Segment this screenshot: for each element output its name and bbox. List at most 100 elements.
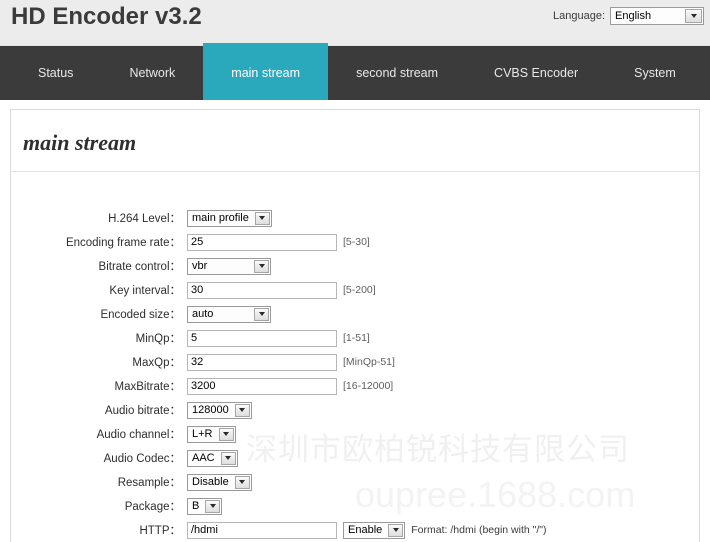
http-path-input[interactable] xyxy=(187,522,337,539)
app-title: HD Encoder v3.2 xyxy=(11,3,202,31)
chevron-down-icon xyxy=(259,312,265,316)
label-h264-level: H.264 Level： xyxy=(11,210,187,226)
nav-tab-label: Status xyxy=(38,66,73,80)
key-interval-input[interactable] xyxy=(187,282,337,299)
encoder-web-ui: HD Encoder v3.2 Language: English Status… xyxy=(0,0,710,542)
form-row-audio-bitrate: Audio bitrate： 128000 xyxy=(11,398,699,422)
chevron-down-icon xyxy=(225,456,231,460)
form-row-h264-level: H.264 Level： main profile xyxy=(11,206,699,230)
form-row-bitrate-control: Bitrate control： vbr xyxy=(11,254,699,278)
nav-tab-second-stream[interactable]: second stream xyxy=(328,46,466,100)
label-audio-codec: Audio Codec： xyxy=(11,450,187,466)
label-bitrate-control: Bitrate control： xyxy=(11,258,187,274)
audio-bitrate-select[interactable]: 128000 xyxy=(187,402,252,419)
nav-tab-network[interactable]: Network xyxy=(101,46,203,100)
hint-key-interval: [5-200] xyxy=(343,284,376,296)
audio-codec-value: AAC xyxy=(188,451,221,466)
hint-maxqp: [MinQp-51] xyxy=(343,356,395,368)
form-row-encoding-frame-rate: Encoding frame rate： [5-30] xyxy=(11,230,699,254)
label-maxqp: MaxQp： xyxy=(11,354,187,370)
form-row-minqp: MinQp： [1-51] xyxy=(11,326,699,350)
http-enable-select[interactable]: Enable xyxy=(343,522,405,539)
form-row-encoded-size: Encoded size： auto xyxy=(11,302,699,326)
bitrate-control-select-button[interactable] xyxy=(254,260,269,273)
nav-tab-cvbs-encoder[interactable]: CVBS Encoder xyxy=(466,46,606,100)
nav-tab-status[interactable]: Status xyxy=(10,46,101,100)
http-enable-select-button[interactable] xyxy=(388,524,403,537)
minqp-input[interactable] xyxy=(187,330,337,347)
nav-tab-main-stream[interactable]: main stream xyxy=(203,46,328,100)
label-minqp: MinQp： xyxy=(11,330,187,346)
h264-level-select[interactable]: main profile xyxy=(187,210,272,227)
chevron-down-icon xyxy=(259,216,265,220)
bitrate-control-select[interactable]: vbr xyxy=(187,258,271,275)
nav-tab-label: second stream xyxy=(356,66,438,80)
audio-channel-value: L+R xyxy=(188,427,219,442)
encoded-size-select-button[interactable] xyxy=(254,308,269,321)
control-resample: Disable xyxy=(187,474,252,491)
maxqp-input[interactable] xyxy=(187,354,337,371)
package-value: B xyxy=(188,499,205,514)
hint-encoding-frame-rate: [5-30] xyxy=(343,236,370,248)
package-select[interactable]: B xyxy=(187,498,222,515)
audio-channel-select-button[interactable] xyxy=(219,428,234,441)
audio-bitrate-value: 128000 xyxy=(188,403,235,418)
control-audio-bitrate: 128000 xyxy=(187,402,252,419)
hint-http-format: Format: /hdmi (begin with "/") xyxy=(411,524,546,536)
encoded-size-value: auto xyxy=(188,307,254,322)
label-resample: Resample： xyxy=(11,474,187,490)
label-http: HTTP： xyxy=(11,522,187,538)
main-stream-settings-form: H.264 Level： main profile Encoding frame… xyxy=(11,172,699,542)
chevron-down-icon xyxy=(239,480,245,484)
maxbitrate-input[interactable] xyxy=(187,378,337,395)
chevron-down-icon xyxy=(259,264,265,268)
control-encoded-size: auto xyxy=(187,306,271,323)
form-row-package: Package： B xyxy=(11,494,699,518)
form-row-resample: Resample： Disable xyxy=(11,470,699,494)
control-minqp: [1-51] xyxy=(187,330,370,347)
main-navbar: Status Network main stream second stream… xyxy=(0,46,710,100)
encoding-frame-rate-input[interactable] xyxy=(187,234,337,251)
resample-select-button[interactable] xyxy=(235,476,250,489)
h264-level-select-button[interactable] xyxy=(255,212,270,225)
language-select-button[interactable] xyxy=(685,9,702,23)
language-select[interactable]: English xyxy=(610,7,704,25)
language-label: Language: xyxy=(553,10,605,22)
chevron-down-icon xyxy=(393,528,399,532)
control-http: Enable Format: /hdmi (begin with "/") xyxy=(187,522,547,539)
label-audio-channel: Audio channel： xyxy=(11,426,187,442)
audio-channel-select[interactable]: L+R xyxy=(187,426,236,443)
label-encoding-frame-rate: Encoding frame rate： xyxy=(11,234,187,250)
form-row-audio-codec: Audio Codec： AAC xyxy=(11,446,699,470)
control-package: B xyxy=(187,498,222,515)
nav-tab-system[interactable]: System xyxy=(606,46,704,100)
package-select-button[interactable] xyxy=(205,500,220,513)
audio-bitrate-select-button[interactable] xyxy=(235,404,250,417)
bitrate-control-value: vbr xyxy=(188,259,254,274)
label-audio-bitrate: Audio bitrate： xyxy=(11,402,187,418)
resample-select[interactable]: Disable xyxy=(187,474,252,491)
chevron-down-icon xyxy=(210,504,216,508)
app-header: HD Encoder v3.2 Language: English xyxy=(0,0,710,46)
encoded-size-select[interactable]: auto xyxy=(187,306,271,323)
control-key-interval: [5-200] xyxy=(187,282,376,299)
resample-value: Disable xyxy=(188,475,235,490)
control-h264-level: main profile xyxy=(187,210,272,227)
nav-tab-label: CVBS Encoder xyxy=(494,66,578,80)
nav-items: Status Network main stream second stream… xyxy=(10,46,704,100)
control-audio-channel: L+R xyxy=(187,426,236,443)
control-maxqp: [MinQp-51] xyxy=(187,354,395,371)
control-encoding-frame-rate: [5-30] xyxy=(187,234,370,251)
audio-codec-select-button[interactable] xyxy=(221,452,236,465)
form-row-maxbitrate: MaxBitrate： [16-12000] xyxy=(11,374,699,398)
form-row-audio-channel: Audio channel： L+R xyxy=(11,422,699,446)
chevron-down-icon xyxy=(239,408,245,412)
control-audio-codec: AAC xyxy=(187,450,238,467)
label-encoded-size: Encoded size： xyxy=(11,306,187,322)
hint-maxbitrate: [16-12000] xyxy=(343,380,393,392)
content-panel: main stream H.264 Level： main profile En… xyxy=(10,109,700,542)
form-row-key-interval: Key interval： [5-200] xyxy=(11,278,699,302)
audio-codec-select[interactable]: AAC xyxy=(187,450,238,467)
nav-tab-label: Network xyxy=(129,66,175,80)
label-package: Package： xyxy=(11,498,187,514)
